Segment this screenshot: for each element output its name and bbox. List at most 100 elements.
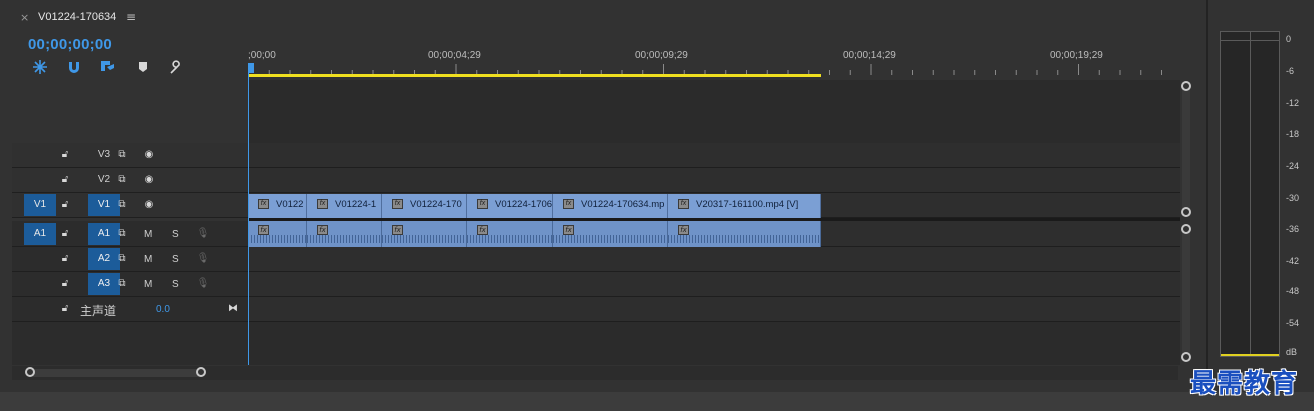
sync-lock-icon[interactable]: ⧉: [115, 173, 129, 187]
microphone-icon[interactable]: 🎙︎: [196, 252, 210, 266]
track-header-spacer: [12, 322, 248, 365]
panel-menu-icon[interactable]: ≡: [126, 10, 136, 24]
sync-lock-icon[interactable]: ⧉: [115, 227, 129, 241]
lock-icon[interactable]: 🔓︎: [58, 302, 72, 316]
zoom-handle-right-icon[interactable]: [196, 367, 206, 377]
source-patch-v1[interactable]: V1: [24, 194, 56, 216]
sync-lock-icon[interactable]: ⧉: [115, 277, 129, 291]
fx-badge-icon: fx: [258, 225, 269, 235]
solo-button[interactable]: S: [172, 279, 179, 290]
lock-icon[interactable]: 🔓︎: [58, 252, 72, 266]
sync-lock-icon[interactable]: ⧉: [115, 198, 129, 212]
mute-button[interactable]: M: [144, 279, 152, 290]
audio-clip[interactable]: fx: [553, 221, 668, 247]
meter-scale-label: -6: [1286, 66, 1295, 76]
ruler-label: 00;00;19;29: [1050, 50, 1103, 61]
audio-clip[interactable]: fx: [307, 221, 382, 247]
track-lane-a3[interactable]: [248, 272, 1180, 297]
clip-name: V01224-1: [335, 199, 377, 210]
eye-icon[interactable]: ◉: [142, 148, 156, 162]
sync-lock-icon[interactable]: ⧉: [115, 252, 129, 266]
mute-button[interactable]: M: [144, 254, 152, 265]
microphone-icon[interactable]: 🎙︎: [196, 277, 210, 291]
video-clip[interactable]: fx V20317-161100.mp4 [V]: [668, 194, 821, 218]
source-patch-a1[interactable]: A1: [24, 223, 56, 245]
fx-badge-icon: fx: [678, 199, 689, 209]
snap-magnet-icon[interactable]: [66, 59, 82, 75]
lock-icon[interactable]: 🔓︎: [58, 277, 72, 291]
track-header-a3: 🔓︎ A3 ⧉ M S 🎙︎: [12, 272, 248, 297]
track-header-a1: A1 🔓︎ A1 ⧉ M S 🎙︎: [12, 221, 248, 247]
fx-badge-icon: fx: [563, 199, 574, 209]
linked-selection-icon[interactable]: [100, 59, 116, 75]
scroll-handle-icon[interactable]: [1181, 207, 1191, 217]
scroll-handle-icon[interactable]: [1181, 352, 1191, 362]
track-lane-a2[interactable]: [248, 247, 1180, 272]
meter-scale-label: dB: [1286, 347, 1298, 357]
video-clip[interactable]: fx V01224-170634.mp: [553, 194, 668, 218]
master-track-label: 主声道: [80, 304, 117, 318]
audio-waveform: [467, 235, 552, 243]
track-header-master: 🔓︎ 主声道 0.0 ⧓: [12, 297, 248, 322]
video-clip[interactable]: fx V01224-1706: [467, 194, 553, 218]
clip-name: V01224-170634.mp: [581, 199, 665, 210]
track-header-a2: 🔓︎ A2 ⧉ M S 🎙︎: [12, 247, 248, 272]
zoom-handle-left-icon[interactable]: [25, 367, 35, 377]
go-to-edit-point-icon[interactable]: ⧓: [226, 302, 240, 316]
playhead-timecode[interactable]: 00;00;00;00: [28, 36, 112, 53]
video-clip[interactable]: fx V01224-170: [382, 194, 467, 218]
audio-waveform: [307, 235, 381, 243]
track-lane-v2[interactable]: [248, 168, 1180, 193]
meter-scale-label: -48: [1286, 286, 1300, 296]
ruler-label: 00;00;14;29: [843, 50, 896, 61]
meter-scale-label: -54: [1286, 318, 1300, 328]
audio-clip[interactable]: fx: [248, 221, 307, 247]
meter-scale-label: -30: [1286, 193, 1300, 203]
close-tab-icon[interactable]: ×: [20, 11, 29, 24]
master-volume-value[interactable]: 0.0: [156, 304, 170, 315]
solo-button[interactable]: S: [172, 254, 179, 265]
mute-button[interactable]: M: [144, 229, 152, 240]
fx-badge-icon: fx: [317, 225, 328, 235]
audio-clip[interactable]: fx: [382, 221, 467, 247]
meter-scale-label: -36: [1286, 224, 1300, 234]
video-clip[interactable]: fx V01224-1: [307, 194, 382, 218]
playhead-handle[interactable]: [248, 63, 254, 73]
track-header-v3: 🔓︎ V3 ⧉ ◉: [12, 143, 248, 168]
audio-vertical-scrollbar[interactable]: [1182, 229, 1190, 357]
sequence-tab-title[interactable]: V01224-170634: [38, 11, 116, 23]
watermark-logo: 最需教育: [1190, 369, 1299, 399]
audio-waveform: [248, 235, 306, 243]
audio-waveform: [553, 235, 667, 243]
eye-icon[interactable]: ◉: [142, 198, 156, 212]
solo-button[interactable]: S: [172, 229, 179, 240]
add-marker-icon[interactable]: [135, 59, 151, 75]
eye-icon[interactable]: ◉: [142, 173, 156, 187]
ruler-label: 00;00;04;29: [428, 50, 481, 61]
work-area-bar[interactable]: [248, 74, 821, 77]
zoom-scroll-thumb[interactable]: [30, 369, 202, 377]
video-vertical-scrollbar[interactable]: [1182, 86, 1190, 212]
playhead-line[interactable]: [248, 73, 249, 365]
lock-icon[interactable]: 🔓︎: [58, 227, 72, 241]
scroll-handle-icon[interactable]: [1181, 81, 1191, 91]
timeline-settings-wrench-icon[interactable]: [168, 59, 184, 75]
video-clip[interactable]: fx V0122: [248, 194, 307, 218]
sync-lock-icon[interactable]: ⧉: [115, 148, 129, 162]
lock-icon[interactable]: 🔓︎: [58, 148, 72, 162]
lock-icon[interactable]: 🔓︎: [58, 173, 72, 187]
audio-clip[interactable]: fx: [467, 221, 553, 247]
bottom-status-strip: [0, 392, 1314, 411]
audio-clip[interactable]: fx: [668, 221, 821, 247]
audio-meter: [1220, 31, 1280, 357]
meter-scale-label: -12: [1286, 98, 1300, 108]
microphone-icon[interactable]: 🎙︎: [196, 227, 210, 241]
scroll-handle-icon[interactable]: [1181, 224, 1191, 234]
fx-badge-icon: fx: [563, 225, 574, 235]
track-lane-v3[interactable]: [248, 143, 1180, 168]
track-header-v1: V1 🔓︎ V1 ⧉ ◉: [12, 193, 248, 218]
meter-scale-label: -42: [1286, 256, 1300, 266]
track-lane-master[interactable]: [248, 297, 1180, 322]
snap-nested-icon[interactable]: [32, 59, 48, 75]
lock-icon[interactable]: 🔓︎: [58, 198, 72, 212]
